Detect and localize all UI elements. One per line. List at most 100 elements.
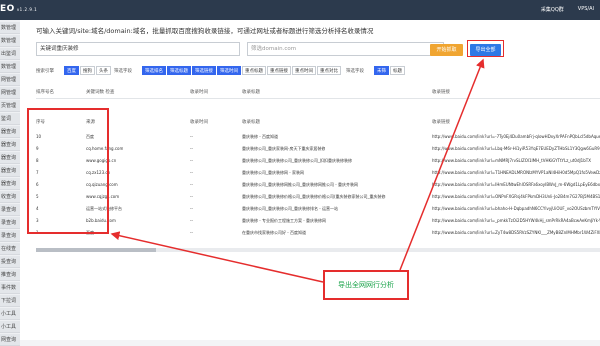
- start-crawl-button[interactable]: 开始抓取: [430, 44, 463, 56]
- sidebar-item[interactable]: 录查询: [0, 230, 20, 242]
- horizontal-scrollbar[interactable]: [36, 248, 600, 252]
- field-btn-time[interactable]: 筛选时间: [217, 66, 241, 75]
- sidebar-item[interactable]: 器查询: [0, 152, 20, 164]
- table-row[interactable]: 6 cq.qizuang.com -- 重庆装修公司_重庆装修网推公司_重庆装修网推公…: [36, 180, 600, 189]
- result-col-time: 收录时间: [190, 120, 208, 125]
- col-link: 收录链接: [432, 90, 450, 95]
- sidebar-item[interactable]: 数管理: [0, 35, 20, 47]
- table-row[interactable]: 7 cq.zx123.cn -- 重庆装修公司_重庆装修网 - 家装网 http://w…: [36, 168, 600, 177]
- field-btn-key-title[interactable]: 重点标题: [242, 66, 266, 75]
- table-row[interactable]: 8 www.gogigo.cn -- 重庆装修公司_重庆装修公司_重庆装修公司_扣扣重…: [36, 156, 600, 165]
- sidebar-item[interactable]: 在线查询: [0, 243, 20, 255]
- row-title: 重庆装修 - 专业报价工程施工方案 - 重庆装修网: [242, 218, 326, 223]
- row-time: --: [190, 170, 193, 175]
- sidebar-item[interactable]: 鉴词: [0, 113, 20, 125]
- sidebar-item[interactable]: 器查询: [0, 139, 20, 151]
- top-bar: EO v1.2.9.1 采集QQ群 VPS/AI: [0, 0, 600, 20]
- sidebar-item[interactable]: 网查询: [0, 334, 20, 346]
- row-link[interactable]: http://www.baidu.com/link?url=IHmEUNtwEh…: [432, 182, 600, 187]
- row-time: --: [190, 158, 193, 163]
- top-links: 采集QQ群 VPS/AI: [541, 6, 594, 13]
- row-link[interactable]: http://www.baidu.com/link?url=_pmkkTzOi2…: [432, 218, 600, 223]
- sidebar-item[interactable]: 事件数: [0, 282, 20, 294]
- result-col-title: 收录标题: [242, 120, 260, 125]
- col-title: 收录标题: [242, 90, 260, 95]
- engine-baidu[interactable]: 百度: [64, 66, 79, 75]
- row-time: --: [190, 134, 193, 139]
- field-btn-key-time[interactable]: 重点时间: [292, 66, 316, 75]
- brand-name: EO: [0, 4, 15, 14]
- row-link[interactable]: http://www.baidu.com/link?url=ZyT4w8DS5R…: [432, 230, 600, 235]
- row-time: --: [190, 206, 193, 211]
- field-btn-key-compare[interactable]: 重点对比: [317, 66, 341, 75]
- keyword-input[interactable]: 关键词重庆装修: [36, 42, 240, 56]
- mode-label: 筛选字段: [346, 69, 364, 74]
- result-header: 序号 来源 收录时间 收录标题 收录链接: [36, 116, 600, 128]
- row-link[interactable]: http://www.baidu.com/link?url=Lbq-M6r-Hi…: [432, 146, 600, 151]
- sidebar-item[interactable]: 小工具: [0, 308, 20, 320]
- engine-label: 搜索引擎: [36, 69, 54, 74]
- row-link[interactable]: http://www.baidu.com/link?url=-7Ty0Ej4Du…: [432, 134, 600, 139]
- sidebar-item[interactable]: 出鉴词: [0, 48, 20, 60]
- table-row[interactable]: 3 b2b.baidu.com -- 重庆装修 - 专业报价工程施工方案 - 重庆装修…: [36, 216, 600, 225]
- row-title: 重庆装修公司_重庆装修价格公司_重庆装修价格公司(重庆装修家装公司_重庆装修: [242, 194, 386, 199]
- sidebar-item[interactable]: 推查询: [0, 269, 20, 281]
- domain-filter-input[interactable]: 筛选domain.com: [247, 42, 444, 56]
- table-row[interactable]: 4 运营一站式装修平台 -- 重庆装修公司_重庆装修公司_重庆装修排名 - 运营一站 h…: [36, 204, 600, 213]
- source-column-highlight: [27, 108, 109, 234]
- app-brand: EO v1.2.9.1: [0, 4, 37, 14]
- sidebar-item[interactable]: 投查询: [0, 256, 20, 268]
- field-btn-rank[interactable]: 筛选排名: [142, 66, 166, 75]
- field-btn-link[interactable]: 筛选链接: [192, 66, 216, 75]
- sidebar-item[interactable]: 网管理: [0, 74, 20, 86]
- row-title: 重庆装修公司_重庆装修公司_重庆装修公司_扣扣重庆装修装修: [242, 158, 352, 163]
- table-row[interactable]: 5 www.cqjzgs.com -- 重庆装修公司_重庆装修价格公司_重庆装修价格公…: [36, 192, 600, 201]
- sidebar-item[interactable]: 器查询: [0, 126, 20, 138]
- sidebar-item[interactable]: 网管理: [0, 87, 20, 99]
- row-link[interactable]: http://www.baidu.com/link?url=mNMRJ7rvSL…: [432, 158, 591, 163]
- col-time: 收录时间: [190, 90, 208, 95]
- row-title: 重庆装修公司_重庆装修网 - 家装网: [242, 170, 304, 175]
- table-row[interactable]: 10 百度 -- 重庆装修 - 百度知道 http://www.baidu.com/li…: [36, 132, 600, 141]
- field-btn-title[interactable]: 筛选标题: [167, 66, 191, 75]
- sidebar-item[interactable]: 器查询: [0, 165, 20, 177]
- row-time: --: [190, 182, 193, 187]
- fields-label: 筛选字段: [114, 69, 132, 74]
- mode-unfiltered[interactable]: 未筛: [374, 66, 389, 75]
- top-link-qq[interactable]: 采集QQ群: [541, 6, 564, 13]
- sidebar-item[interactable]: 器查询: [0, 178, 20, 190]
- row-time: --: [190, 218, 193, 223]
- app-version: v1.2.9.1: [16, 7, 38, 12]
- sidebar-item[interactable]: 收查询: [0, 191, 20, 203]
- tool-description: 可输入关键词/site:域名/domain:域名，批量抓取百度搜狗收录链接，可通…: [36, 27, 374, 35]
- row-time: --: [190, 146, 193, 151]
- sidebar-item[interactable]: 页管理: [0, 100, 20, 112]
- sidebar-item[interactable]: 数管理: [0, 61, 20, 73]
- engine-sogou[interactable]: 搜狗: [80, 66, 95, 75]
- sidebar-item[interactable]: 小工具: [0, 321, 20, 333]
- row-link[interactable]: http://www.baidu.com/link?url=T1HNEADLMR…: [432, 170, 600, 175]
- engine-toutiao[interactable]: 头条: [96, 66, 111, 75]
- table-row[interactable]: 1 百度 -- 在重庆市找家装修公司好 - 百度知道 http://www.baidu.…: [36, 228, 600, 237]
- row-link[interactable]: http://www.baidu.com/link?url=ONPnFXGRsj…: [432, 194, 600, 199]
- sidebar-item[interactable]: 录查询: [0, 204, 20, 216]
- field-btn-key-link[interactable]: 重点链接: [267, 66, 291, 75]
- mode-title[interactable]: 标题: [390, 66, 405, 75]
- row-time: --: [190, 194, 193, 199]
- export-button-highlight: [467, 40, 504, 57]
- row-title: 在重庆市找家装修公司好 - 百度知道: [242, 230, 306, 235]
- result-col-link: 收录链接: [432, 120, 450, 125]
- table-row[interactable]: 9 cq.home.fang.com -- 重庆装修公司_重庆家装网-房天下重庆家居装…: [36, 144, 600, 153]
- sidebar-item[interactable]: 下拉词: [0, 295, 20, 307]
- col-rank: 排序号名: [36, 90, 54, 95]
- col-keyword: 关键词数 检查: [86, 90, 115, 95]
- row-link[interactable]: http://www.baidu.com/link?url=bhaho-H-Dq…: [432, 206, 600, 211]
- sidebar-item[interactable]: 数管理: [0, 22, 20, 34]
- row-title: 重庆装修公司_重庆装修公司_重庆装修排名 - 运营一站: [242, 206, 338, 211]
- sidebar-item[interactable]: 录查询: [0, 217, 20, 229]
- row-title: 重庆装修 - 百度知道: [242, 134, 278, 139]
- annotation-callout: 导出全网网行分析: [323, 270, 409, 300]
- table-header: 排序号名 关键词数 检查 收录时间 收录标题 收录链接: [36, 86, 600, 99]
- scrollbar-thumb[interactable]: [36, 248, 156, 252]
- top-link-vps[interactable]: VPS/AI: [578, 6, 594, 13]
